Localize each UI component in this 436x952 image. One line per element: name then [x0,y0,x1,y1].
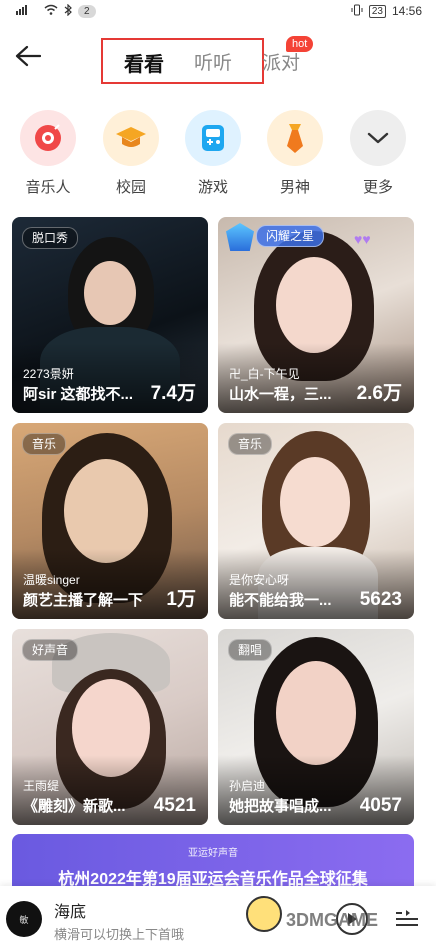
heart-icon: ♥♥ [354,231,371,247]
card-tag: 音乐 [228,433,273,455]
card-username: 孙启迪 [229,779,266,793]
card-viewer-count: 4521 [153,795,196,816]
tab-party[interactable]: 派对 [262,48,300,75]
card-tag: 脱口秀 [22,227,79,249]
card-title: 她把故事唱成... [229,798,332,815]
player-song-title: 海底 [54,904,87,921]
card-tag: 好声音 [22,639,79,661]
category-label: 音乐人 [25,179,71,196]
card-viewer-count: 7.4万 [150,383,196,404]
bluetooth-icon [64,3,72,19]
vibrate-icon [351,4,363,19]
playlist-icon [396,910,418,926]
card-title: 山水一程，三... [229,386,332,403]
live-card[interactable]: 音乐 是你安心呀 能不能给我一... 5623 [218,423,414,619]
card-viewer-count: 4057 [359,795,402,816]
chevron-down-icon [350,110,406,166]
category-label: 校园 [115,179,146,196]
card-username: 温暖singer [23,573,80,587]
gamepad-icon [185,110,241,166]
card-username: 卍_白-下午见 [229,367,300,381]
card-username: 是你安心呀 [229,573,290,587]
streamer-face [84,261,136,325]
category-more[interactable]: 更多 [343,110,413,197]
category-row: 音乐人 校园 游戏 男神 更多 [0,110,436,200]
streamer-face [276,257,352,353]
hot-badge: hot [286,36,314,52]
banner-logo: 亚运好声音 [188,848,238,859]
live-card[interactable]: 音乐 温暖singer 颜艺主播了解一下 1万 [12,423,208,619]
category-label: 更多 [362,179,393,196]
category-male-god[interactable]: 男神 [260,110,330,197]
category-label: 男神 [279,179,310,196]
live-card[interactable]: 翻唱 孙启迪 她把故事唱成... 4057 [218,629,414,825]
wifi-icon [44,4,58,18]
card-tag: 音乐 [22,433,67,455]
card-tag: 翻唱 [228,639,273,661]
back-arrow-icon [15,45,41,67]
tab-listen[interactable]: 听听 [194,48,232,75]
card-title: 阿sir 这都找不... [23,386,134,403]
card-username: 2273景妍 [23,367,74,381]
card-title: 颜艺主播了解一下 [23,592,144,609]
notification-count-badge: 2 [78,4,96,18]
card-title: 能不能给我一... [229,592,332,609]
card-title: 《雕刻》新歌... [23,798,126,815]
streamer-face [280,457,350,547]
watermark-text: 3DMGAME [286,910,379,930]
graduation-cap-icon [103,110,159,166]
watermark-mascot-icon [246,896,282,932]
tie-icon [267,110,323,166]
status-bar: 2 23 14:56 [0,0,436,22]
category-game[interactable]: 游戏 [178,110,248,197]
live-card[interactable]: 好声音 王雨缇 《雕刻》新歌... 4521 [12,629,208,825]
streamer-face [276,661,356,765]
player-hint: 横滑可以切换上下首哦 [54,927,185,942]
card-viewer-count: 2.6万 [356,383,402,404]
promo-banner[interactable]: 亚运好声音 杭州2022年第19届亚运会音乐作品全球征集 [12,834,414,894]
playlist-button[interactable] [394,908,420,930]
live-card[interactable]: 闪耀之星 ♥♥ 卍_白-下午见 山水一程，三... 2.6万 [218,217,414,413]
live-card[interactable]: 脱口秀 2273景妍 阿sir 这都找不... 7.4万 [12,217,208,413]
signal-icon [16,4,38,18]
star-badge-icon [226,223,254,251]
clock: 14:56 [391,4,422,18]
battery-icon: 23 [368,4,386,18]
card-username: 王雨缇 [23,779,60,793]
card-viewer-count: 1万 [166,589,196,610]
card-tag: 闪耀之星 [256,225,325,247]
music-person-icon [20,110,76,166]
back-button[interactable] [10,38,46,74]
streamer-face [64,459,148,563]
tab-watch[interactable]: 看看 [124,48,164,77]
category-campus[interactable]: 校园 [96,110,166,197]
category-musician[interactable]: 音乐人 [13,110,83,197]
top-header: 看看 听听 派对 hot [0,22,436,96]
card-viewer-count: 5623 [359,589,402,610]
album-cover[interactable]: 敏 [6,901,42,937]
category-label: 游戏 [197,179,228,196]
